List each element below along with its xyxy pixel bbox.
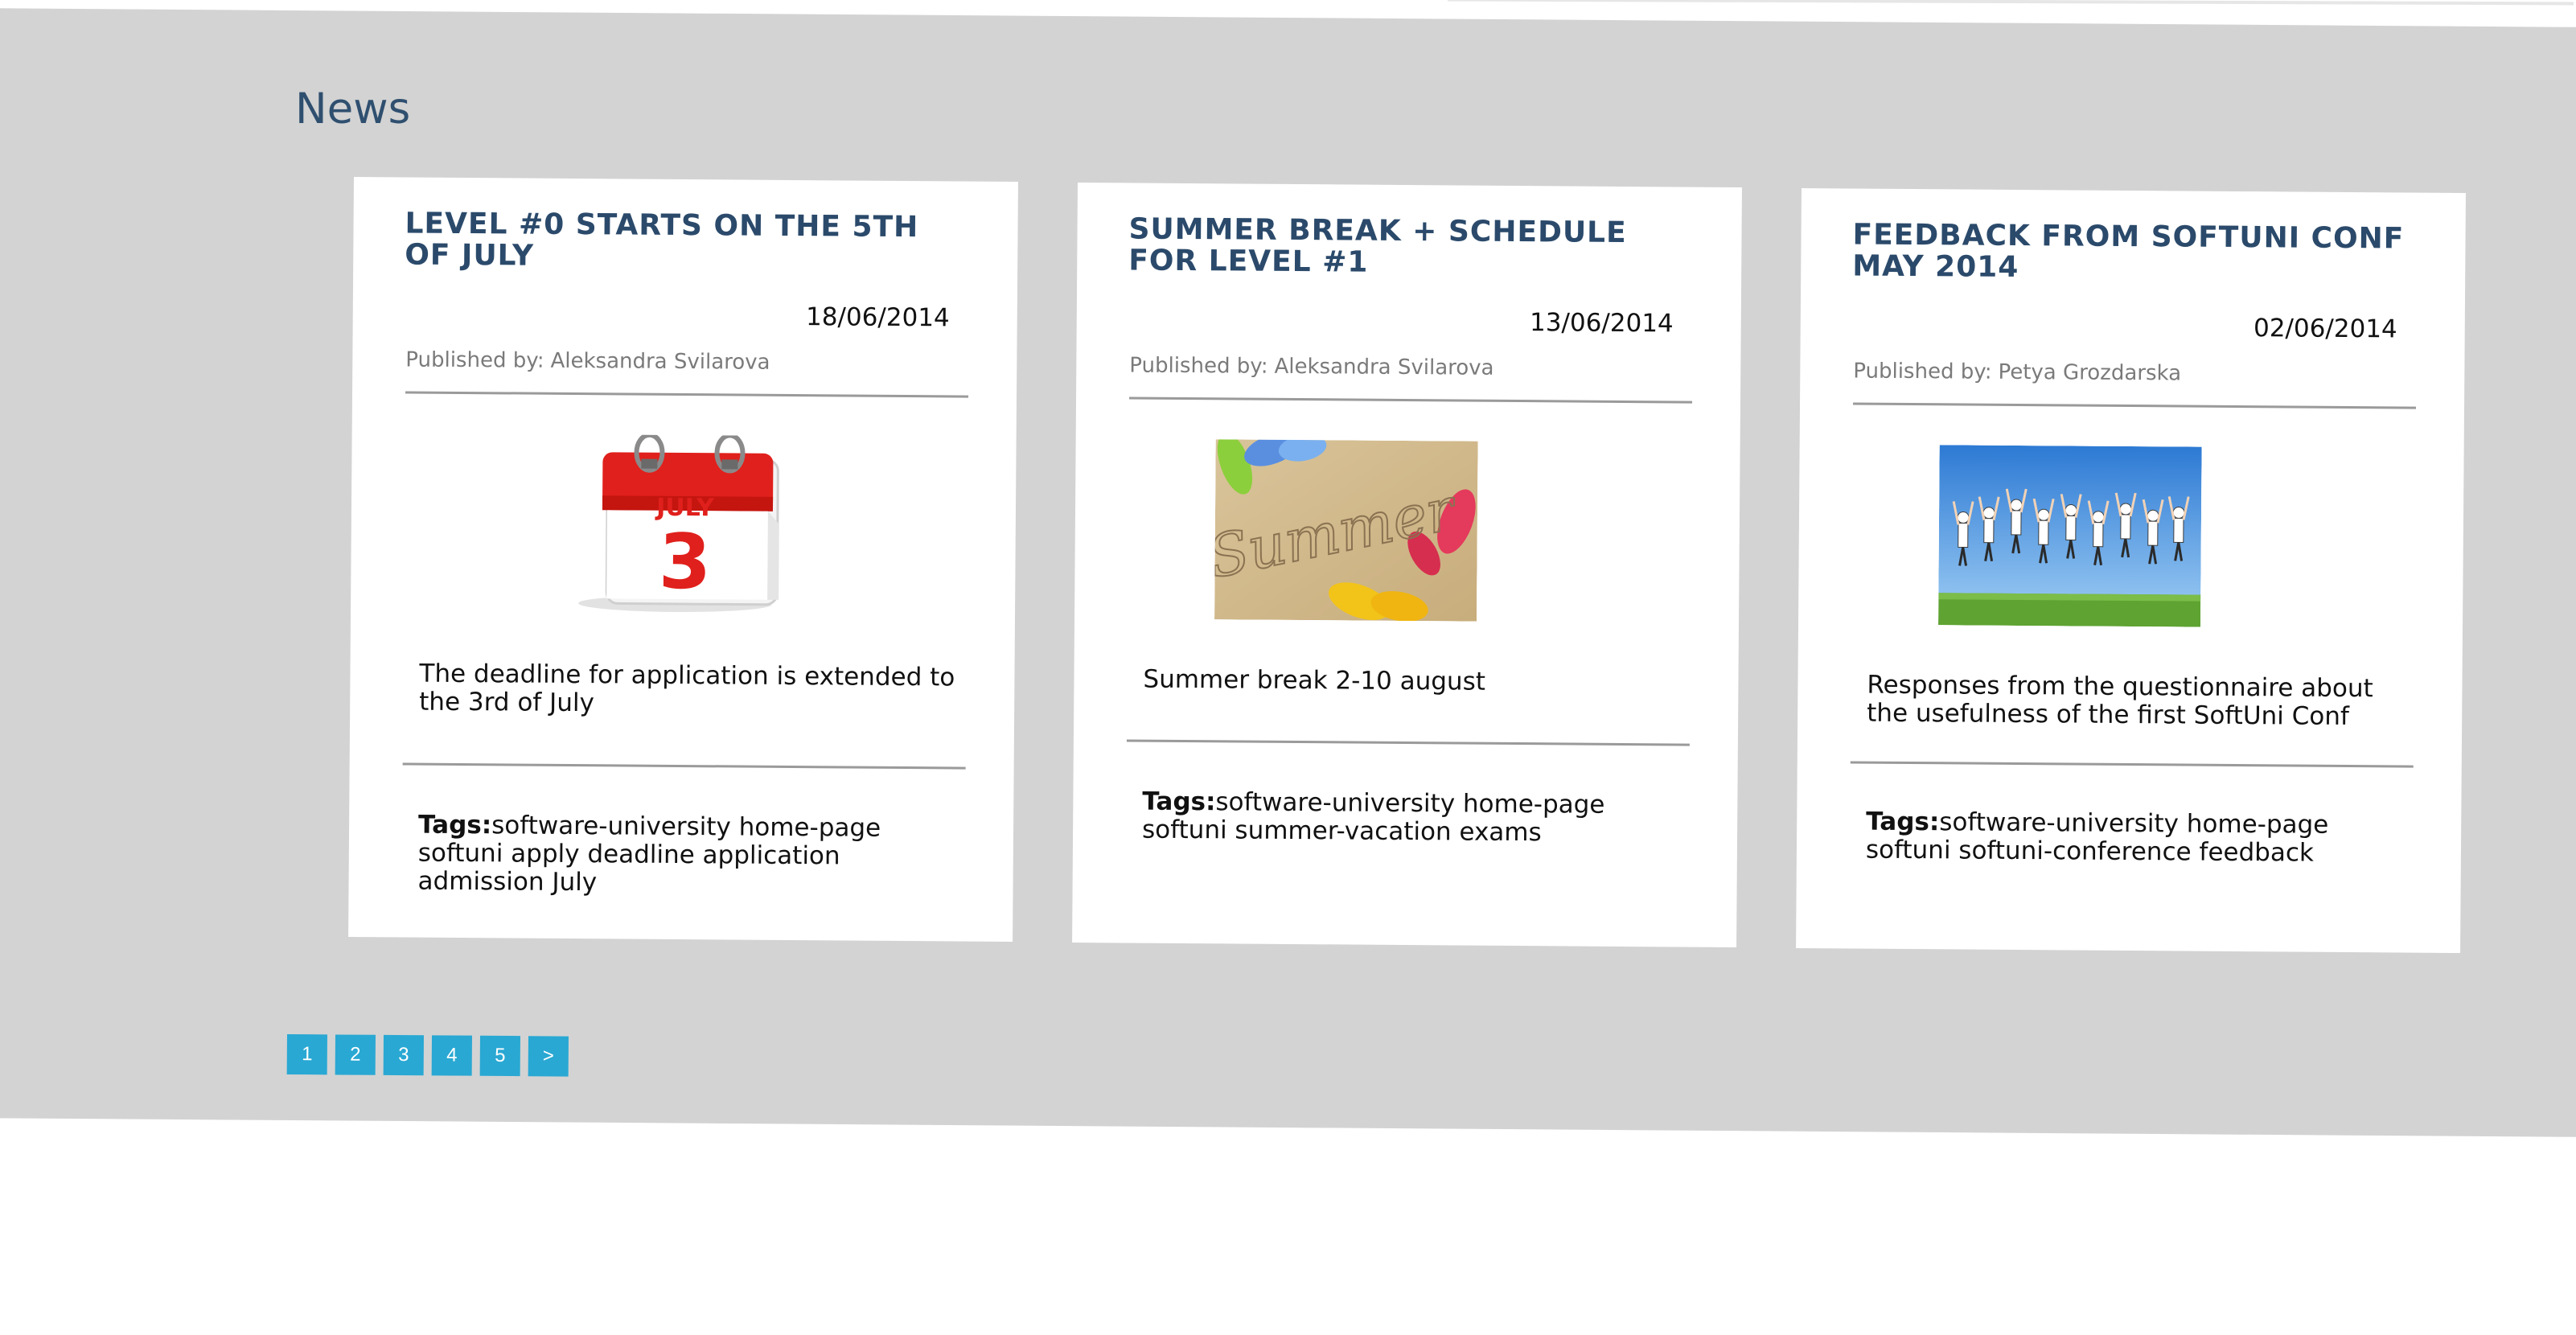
divider: [402, 762, 966, 770]
next-page-button[interactable]: >: [528, 1036, 569, 1077]
news-section: News LEVEL #0 STARTS ON THE 5TH OF JULY …: [0, 0, 2576, 1335]
section-heading: News: [295, 84, 411, 134]
news-card[interactable]: FEEDBACK FROM SOFTUNI CONF MAY 2014 02/0…: [1796, 188, 2466, 954]
news-summary: The deadline for application is extended…: [419, 659, 955, 718]
news-title[interactable]: SUMMER BREAK + SCHEDULE FOR LEVEL #1: [1128, 212, 1692, 280]
divider: [1129, 396, 1693, 404]
divider: [1850, 761, 2414, 768]
news-title[interactable]: LEVEL #0 STARTS ON THE 5TH OF JULY: [405, 207, 968, 274]
calendar-day-text: 3: [658, 519, 711, 606]
summer-beach-image[interactable]: Summer: [1214, 439, 1478, 622]
news-summary: Summer break 2-10 august: [1143, 664, 1486, 696]
news-title[interactable]: FEEDBACK FROM SOFTUNI CONF MAY 2014: [1852, 218, 2416, 285]
author-name: Petya Grozdarska: [1998, 359, 2182, 386]
news-date: 18/06/2014: [805, 302, 950, 333]
author-name: Aleksandra Svilarova: [1274, 354, 1494, 380]
tags-label: Tags:: [1866, 807, 1940, 837]
page-1-button[interactable]: 1: [286, 1034, 327, 1075]
page-2-button[interactable]: 2: [335, 1034, 376, 1075]
people-jumping-image[interactable]: [1938, 445, 2202, 627]
author-name: Aleksandra Svilarova: [550, 348, 770, 375]
news-tags: Tags:software-university home-page softu…: [417, 811, 933, 900]
top-divider: [1447, 0, 2574, 6]
news-tags: Tags:software-university home-page softu…: [1142, 787, 1657, 848]
calendar-july-3-image[interactable]: JULY 3: [544, 433, 807, 617]
tags-label: Tags:: [1142, 787, 1216, 817]
divider: [405, 391, 969, 398]
news-card[interactable]: SUMMER BREAK + SCHEDULE FOR LEVEL #1 13/…: [1072, 183, 1742, 948]
news-author: Published by: Petya Grozdarska: [1853, 359, 2181, 385]
author-label: Published by:: [405, 347, 544, 373]
page-4-button[interactable]: 4: [431, 1035, 472, 1076]
divider: [1126, 739, 1690, 746]
news-summary: Responses from the questionnaire about t…: [1867, 670, 2373, 732]
news-date: 02/06/2014: [2253, 314, 2397, 344]
news-tags: Tags:software-university home-page softu…: [1866, 807, 2381, 869]
divider: [1853, 402, 2417, 409]
page-3-button[interactable]: 3: [383, 1034, 424, 1076]
page-5-button[interactable]: 5: [479, 1035, 520, 1077]
tags-label: Tags:: [417, 810, 492, 840]
news-date: 13/06/2014: [1529, 308, 1674, 339]
news-author: Published by: Aleksandra Svilarova: [1129, 353, 1493, 380]
author-label: Published by:: [1853, 359, 1992, 384]
author-label: Published by:: [1129, 353, 1268, 379]
news-card[interactable]: LEVEL #0 STARTS ON THE 5TH OF JULY 18/06…: [348, 177, 1018, 943]
pagination: 1 2 3 4 5 >: [286, 1034, 569, 1077]
news-author: Published by: Aleksandra Svilarova: [405, 347, 770, 374]
